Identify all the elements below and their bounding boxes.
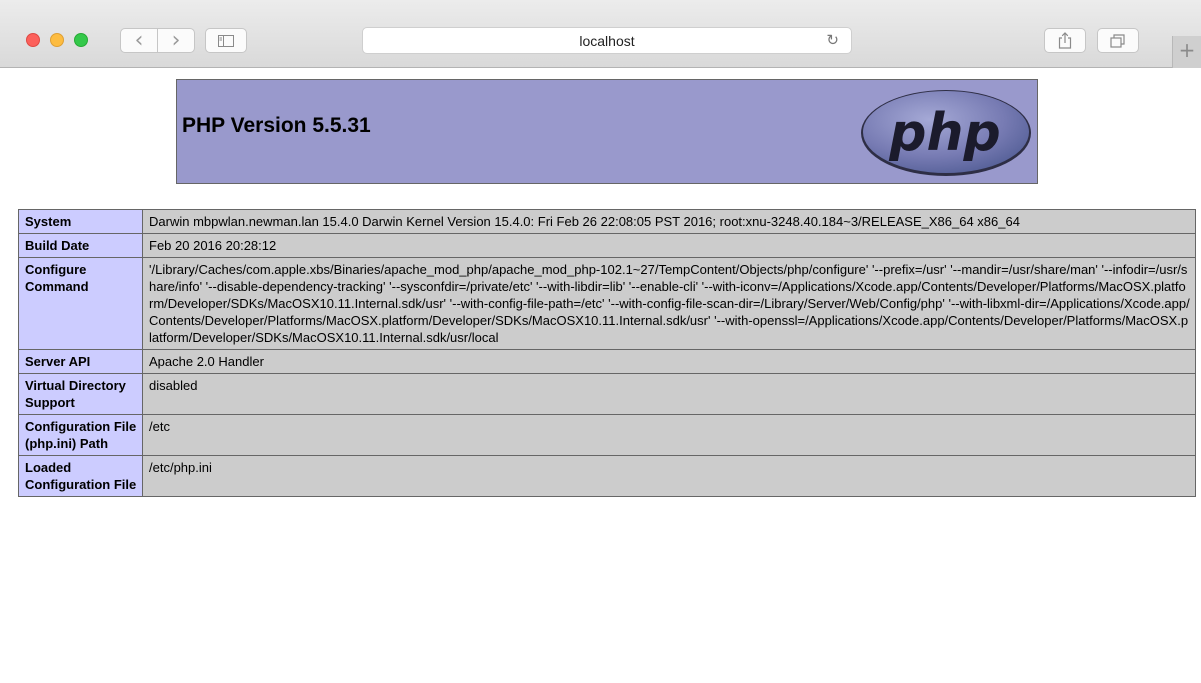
tab-overview-icon	[1110, 33, 1125, 48]
table-row: Virtual Directory Support disabled	[18, 373, 1196, 415]
table-row: System Darwin mbpwlan.newman.lan 15.4.0 D…	[18, 209, 1196, 234]
reload-icon[interactable]: ↻	[826, 31, 839, 49]
table-row-value: /etc	[142, 414, 1196, 456]
sidebar-button[interactable]	[205, 28, 247, 53]
minimize-window-button[interactable]	[50, 33, 64, 47]
table-row-key: Server API	[18, 349, 143, 374]
page-title: PHP Version 5.5.31	[182, 114, 371, 137]
table-row: Server API Apache 2.0 Handler	[18, 349, 1196, 374]
table-row-value: disabled	[142, 373, 1196, 415]
table-row-value: Apache 2.0 Handler	[142, 349, 1196, 374]
table-row-key: Loaded Configuration File	[18, 455, 143, 497]
browser-toolbar: ‹ › localhost ↻ +	[0, 0, 1201, 68]
chevron-left-icon: ‹	[134, 27, 144, 53]
tab-overview-button[interactable]	[1097, 28, 1139, 53]
chevron-right-icon: ›	[171, 27, 181, 53]
forward-button[interactable]: ›	[157, 28, 195, 53]
page-content: PHP Version 5.5.31 php System Darwin mbpw…	[0, 68, 1201, 683]
address-url-text: localhost	[579, 33, 635, 49]
plus-icon: +	[1178, 38, 1196, 62]
table-row: Build Date Feb 20 2016 20:28:12	[18, 233, 1196, 258]
table-row-value: /etc/php.ini	[142, 455, 1196, 497]
table-row-value: Feb 20 2016 20:28:12	[142, 233, 1196, 258]
table-row: Configuration File (php.ini) Path/etc	[18, 414, 1196, 456]
zoom-window-button[interactable]	[74, 33, 88, 47]
share-icon	[1058, 32, 1072, 49]
table-row-key: Configure Command	[18, 257, 143, 350]
php-logo-text: php	[888, 103, 1000, 163]
table-row: Loaded Configuration File/etc/php.ini	[18, 455, 1196, 497]
php-info-table-body: System Darwin mbpwlan.newman.lan 15.4.0 D…	[18, 209, 1196, 497]
php-version-header: PHP Version 5.5.31 php	[176, 79, 1038, 184]
address-bar[interactable]: localhost ↻	[362, 27, 852, 54]
table-row-key: Build Date	[18, 233, 143, 258]
php-logo[interactable]: php	[859, 88, 1033, 178]
table-row-value: Darwin mbpwlan.newman.lan 15.4.0 Darwin …	[142, 209, 1196, 234]
table-row-key: Configuration File (php.ini) Path	[18, 414, 143, 456]
table-row-key: Virtual Directory Support	[18, 373, 143, 415]
new-tab-button[interactable]: +	[1172, 36, 1201, 68]
share-button[interactable]	[1044, 28, 1086, 53]
table-row-value: '/Library/Caches/com.apple.xbs/Binaries/…	[142, 257, 1196, 350]
php-info-table: System Darwin mbpwlan.newman.lan 15.4.0 D…	[18, 209, 1196, 497]
table-row-key: System	[18, 209, 143, 234]
navigation-buttons: ‹ ›	[120, 28, 196, 53]
table-row: Configure Command '/Library/Caches/com.ap…	[18, 257, 1196, 350]
close-window-button[interactable]	[26, 33, 40, 47]
sidebar-icon	[218, 34, 234, 47]
back-button[interactable]: ‹	[120, 28, 158, 53]
